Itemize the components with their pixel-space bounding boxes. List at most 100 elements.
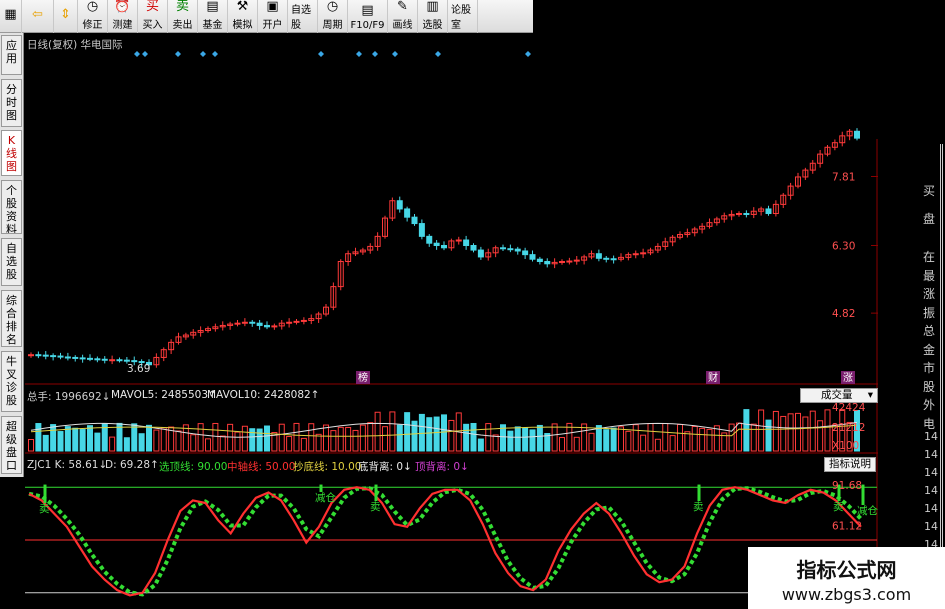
candle-body [50,355,57,358]
toolbar-button-12[interactable]: ▤ F10/F9 [348,0,388,33]
volume-bar [433,416,440,452]
volume-dropdown[interactable]: 成交量 ▾ [800,388,878,403]
sidebar-item-label: 自选股 [6,242,17,281]
right-panel-value: 14 [924,520,938,533]
indicator-help-button[interactable]: 指标说明 [824,457,876,472]
price-tick-label: 6.30 [832,241,855,253]
volume-bar [146,424,152,452]
right-quote-panel: 买盘在最涨振总金市股外电141414141414141414 [918,140,945,587]
indicator-top-line: 选顶线: 90.00 [159,461,228,473]
candle-body [632,253,639,256]
candle-body [418,223,425,237]
toolbar-button-4[interactable]: ⏰ 测建 [108,0,138,33]
volume-bar [441,414,447,452]
volume-bar [87,425,93,452]
right-panel-scrollbar[interactable] [940,144,943,574]
indicator-signal-label: 卖 [833,501,844,513]
volume-bar [618,426,624,452]
volume-bar [205,438,211,452]
volume-bar [765,419,772,452]
pen-icon: ✎ [397,0,408,14]
sidebar-item-3[interactable]: 个股资料 [1,180,22,234]
candle-body [241,321,248,324]
toolbar-button-0[interactable]: ▦ [0,0,22,33]
kline-chart-area[interactable]: 7.81 6.30 4.82 3.69 榜财涨 42424 21212 X100 卖减仓卖卖卖减… [25,33,878,609]
sidebar-item-label: 应用 [6,39,17,65]
indicator-tick-label: 91.68 [832,480,862,492]
sidebar-item-1[interactable]: 分时图 [1,79,22,127]
toolbar-button-8[interactable]: ⚒ 模拟 [228,0,258,33]
volume-bar [470,422,477,452]
candle-body [463,239,470,247]
candle-body [507,248,514,251]
toolbar-button-14[interactable]: ▥ 选股 [418,0,448,33]
volume-bar [780,415,787,452]
volume-bar [551,423,558,452]
event-marker-icon [356,51,362,57]
toolbar-button-11[interactable]: ◷ 周期 [318,0,348,33]
sidebar-item-7[interactable]: 超级盘口 [1,416,22,474]
candle-body [854,130,860,139]
sidebar-item-label: 个股资料 [6,184,17,234]
candle-body [433,242,440,246]
indicator-k: ZJC1 K: 58.61↓ [27,459,108,471]
right-panel-value: 14 [924,484,938,497]
volume-bar [507,430,514,452]
volume-bar [485,423,492,452]
toolbar-button-5[interactable]: 买买入 [138,0,168,33]
sidebar-item-2[interactable]: K线图 [1,130,22,176]
volume-bar [72,427,79,452]
toolbar-button-label: 周期 [322,20,343,31]
candle-body [522,250,529,256]
watermark: 指标公式网 www.zbgs3.com [748,547,945,609]
volume-bar [743,409,750,452]
sidebar-item-6[interactable]: 牛叉诊股 [1,351,22,412]
right-panel-label: 买 [922,184,935,198]
volume-bar [817,420,824,452]
volume-bar [264,425,270,452]
toolbar-button-7[interactable]: ▤ 基金 [198,0,228,33]
clock-icon: ◷ [86,0,99,14]
volume-bar [522,427,529,452]
toolbar-button-15[interactable]: 论论股室 [448,0,478,33]
sidebar-item-label: 综合排名 [6,294,17,346]
toolbar-button-3[interactable]: ◷ 修正 [78,0,108,33]
toolbar-button-6[interactable]: 卖卖出 [168,0,198,33]
toolbar-button-label: 画线 [392,20,413,31]
volume-bar [175,430,182,452]
volume-bar [662,423,669,452]
sidebar-item-0[interactable]: 应用 [1,35,22,75]
volume-bar [256,428,263,452]
sidebar-item-4[interactable]: 自选股 [1,238,22,286]
candle-body [529,254,536,260]
toolbar-button-10[interactable]: ★自选股 [288,0,318,33]
volume-bar [448,419,455,452]
volume-bar [772,410,779,452]
toolbar-button-1[interactable]: ⇦ [22,0,54,33]
right-panel-value: 14 [924,448,938,461]
event-marker-icon [318,51,324,57]
candle-body [536,258,543,262]
right-panel-label: 市 [922,361,935,375]
right-panel-label: 外 [922,398,935,412]
buy-icon: 买 [145,0,159,14]
sidebar-item-5[interactable]: 综合排名 [1,290,22,347]
volume-dropdown-label: 成交量 [821,389,853,401]
toolbar-button-13[interactable]: ✎ 画线 [388,0,418,33]
right-panel-label: 最 [922,268,935,283]
volume-bar [654,438,661,452]
toolbar-button-9[interactable]: ▣ 开户 [258,0,288,33]
volume-bar [197,423,204,452]
candle-body [271,325,278,328]
volume-bar [160,427,167,452]
volume-mavol5: MAVOL5: 2485503↑ [111,389,217,401]
right-panel-label: 在 [922,250,935,264]
volume-bar [404,412,411,452]
chart-svg[interactable]: 7.816.304.823.69榜财涨4242421212X100卖减仓卖卖卖减… [25,33,878,609]
toolbar-button-2[interactable]: ⇕ [54,0,78,33]
volume-bar [677,424,683,452]
candle-body [470,245,477,251]
indicator-d: D: 69.28↑ [105,459,159,471]
volume-bar [42,434,49,452]
volume-bar [94,432,101,452]
